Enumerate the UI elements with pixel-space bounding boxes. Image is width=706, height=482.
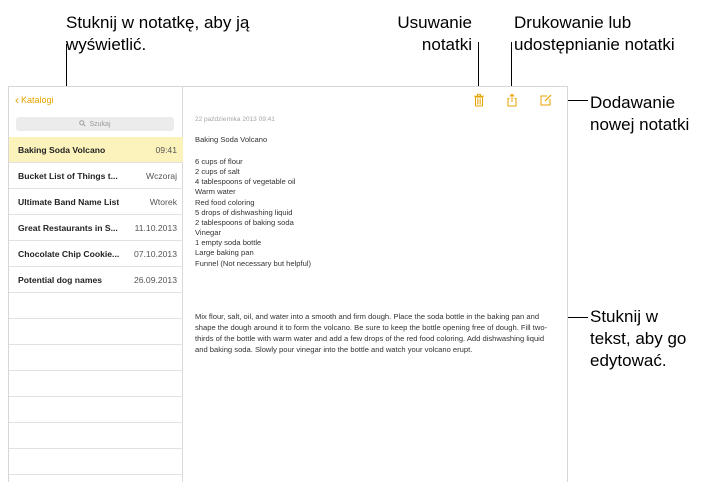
callout-edit-text: Stuknij w tekst, aby go edytować. (590, 306, 686, 372)
empty-row (9, 371, 183, 397)
callout-line: wyświetlić. (66, 35, 147, 54)
empty-row (9, 319, 183, 345)
callout-line: udostępnianie notatki (514, 35, 675, 54)
chevron-left-icon: ‹ (15, 92, 19, 107)
callout-line: Stuknij w (590, 307, 659, 326)
callout-line: Stuknij w notatkę, aby ją (66, 13, 250, 32)
trash-icon[interactable] (472, 93, 486, 107)
note-date: 11.10.2013 (134, 222, 177, 233)
note-list-item[interactable]: Bucket List of Things t... Wczoraj (9, 163, 183, 189)
leader-line-print (511, 42, 512, 92)
notes-sidebar: ‹ Katalogi Szukaj Baking Soda Volcano 09… (9, 87, 183, 482)
empty-row (9, 397, 183, 423)
note-title: Great Restaurants in S... (18, 222, 118, 233)
callout-line: Dodawanie (590, 93, 676, 112)
ingredient-line: Large baking pan (195, 248, 254, 258)
ingredient-line: Red food coloring (195, 197, 255, 207)
note-list-item[interactable]: Baking Soda Volcano 09:41 (9, 137, 183, 163)
back-button[interactable]: ‹ Katalogi (15, 92, 54, 107)
callout-new-note: Dodawanie nowej notatki (590, 92, 689, 136)
note-date: 26.09.2013 (133, 274, 177, 285)
callout-line: tekst, aby go (590, 329, 687, 348)
note-title: Potential dog names (18, 274, 103, 285)
notes-list: Baking Soda Volcano 09:41 Bucket List of… (9, 137, 183, 475)
callout-line: nowej notatki (590, 115, 690, 134)
note-detail[interactable]: 22 października 2013 09:41 Baking Soda V… (184, 87, 567, 482)
ingredient-line: Funnel (Not necessary but helpful) (195, 258, 312, 268)
ingredient-line: Warm water (195, 187, 236, 197)
ingredient-line: 5 drops of dishwashing liquid (195, 207, 293, 217)
leader-line-delete (478, 42, 479, 92)
note-list-item[interactable]: Ultimate Band Name List Wtorek (9, 189, 183, 215)
note-title: Bucket List of Things t... (18, 170, 118, 181)
instructions-paragraph[interactable]: Mix flour, salt, oil, and water into a s… (195, 311, 557, 355)
search-placeholder: Szukaj (89, 120, 111, 128)
back-label: Katalogi (21, 95, 54, 105)
callout-line: Usuwanie (397, 13, 472, 32)
search-field[interactable]: Szukaj (16, 117, 174, 131)
note-date: 07.10.2013 (133, 248, 177, 259)
note-list-item[interactable]: Great Restaurants in S... 11.10.2013 (9, 215, 183, 241)
note-date: 09:41 (155, 144, 177, 155)
callout-print-share: Drukowanie lub udostępnianie notatki (514, 12, 675, 56)
ingredient-line: 6 cups of flour (195, 157, 243, 166)
note-list-item[interactable]: Chocolate Chip Cookie... 07.10.2013 (9, 241, 183, 267)
note-title: Baking Soda Volcano (18, 144, 106, 155)
empty-row (9, 293, 183, 319)
callout-line: notatki (421, 35, 472, 54)
note-title: Ultimate Band Name List (18, 196, 120, 207)
callout-delete: Usuwanie notatki (388, 12, 472, 56)
notes-app-screen: ‹ Katalogi Szukaj Baking Soda Volcano 09… (8, 86, 568, 482)
empty-row (9, 345, 183, 371)
callout-tap-note: Stuknij w notatkę, aby ją wyświetlić. (66, 12, 249, 56)
ingredient-line: 2 cups of salt (195, 167, 240, 177)
note-list-item[interactable]: Potential dog names 26.09.2013 (9, 267, 183, 293)
ingredient-line: 2 tablespoons of baking soda (195, 217, 294, 227)
note-date: Wczoraj (145, 170, 177, 181)
search-icon (79, 119, 87, 129)
note-timestamp: 22 października 2013 09:41 (195, 116, 275, 123)
empty-row (9, 449, 183, 475)
note-date: Wtorek (149, 196, 177, 207)
note-title: Chocolate Chip Cookie... (18, 248, 120, 259)
callout-line: Drukowanie lub (514, 13, 632, 32)
share-icon[interactable] (505, 93, 519, 107)
compose-icon[interactable] (539, 93, 553, 107)
note-body-title: Baking Soda Volcano (195, 135, 268, 144)
empty-row (9, 423, 183, 449)
ingredient-line: 4 tablespoons of vegetable oil (195, 177, 296, 187)
ingredient-line: Vinegar (195, 228, 222, 238)
ingredient-list: 6 cups of flour 2 cups of salt 4 tablesp… (195, 157, 311, 269)
ingredient-line: 1 empty soda bottle (195, 238, 262, 248)
callout-line: edytować. (590, 351, 667, 370)
